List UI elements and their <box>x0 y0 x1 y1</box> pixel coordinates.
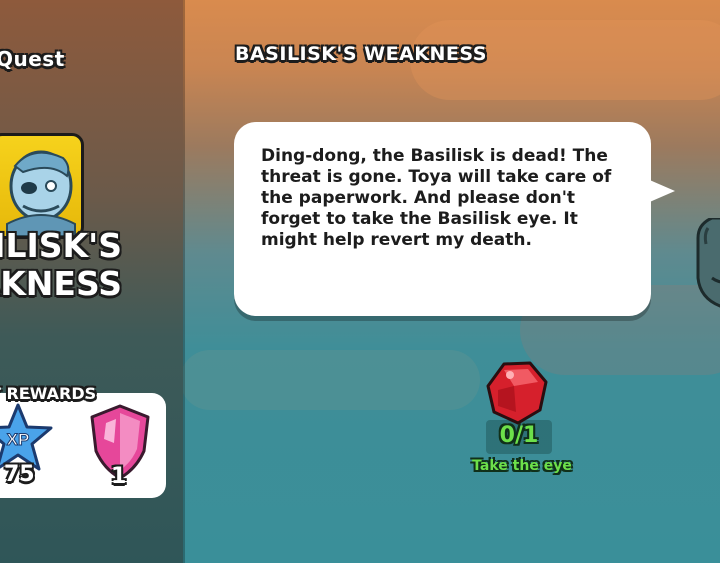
quest-name-line1: ILISK'S <box>0 226 122 265</box>
quest-title: BASILISK'S WEAKNESS <box>235 43 487 65</box>
sidebar-title: Quest <box>0 47 65 71</box>
quest-name: ILISK'S AKNESS <box>0 225 122 305</box>
red-gem-icon <box>484 360 550 426</box>
objective-progress: 0/1 <box>499 423 539 448</box>
dialogue-text: Ding-dong, the Basilisk is dead! The thr… <box>261 146 612 250</box>
gem-reward-value: 1 <box>111 464 127 489</box>
quest-name-line2: AKNESS <box>0 264 122 303</box>
rewards-label: T REWARDS <box>0 384 97 403</box>
npc-character-icon <box>692 216 720 313</box>
pirate-zombie-portrait-icon <box>0 133 84 239</box>
background-cloud <box>180 350 480 410</box>
svg-text:XP: XP <box>7 430 30 449</box>
objective-item[interactable]: 0/1 Take the eye <box>466 360 578 480</box>
objective-label: Take the eye <box>472 458 572 474</box>
xp-reward-value: 75 <box>4 462 35 487</box>
dialogue-bubble-tail <box>645 178 675 204</box>
dialogue-bubble: Ding-dong, the Basilisk is dead! The thr… <box>234 122 651 316</box>
